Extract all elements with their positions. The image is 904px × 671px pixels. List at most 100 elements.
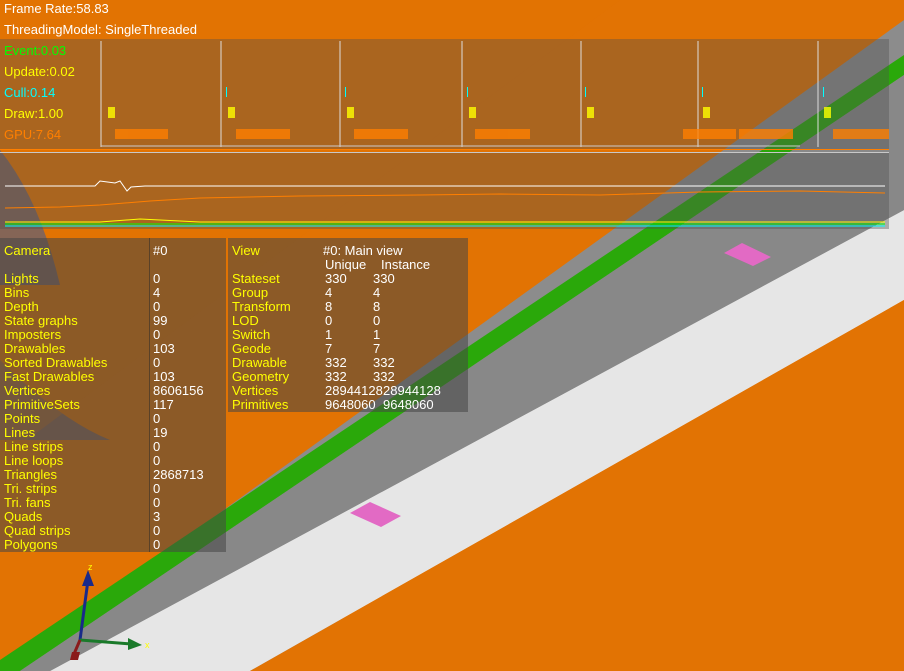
camera-stat-label: Drawables	[4, 341, 66, 356]
stats-graph-panel	[0, 152, 889, 229]
camera-stat-value: 0	[153, 355, 161, 370]
camera-stat-value: 0	[153, 299, 161, 314]
camera-stat-label: Lights	[4, 271, 39, 286]
view-header-label: View	[232, 243, 260, 258]
view-stat-unique: 0	[325, 313, 333, 328]
camera-stat-value: 0	[153, 271, 161, 286]
gpu-line	[4, 190, 886, 209]
camera-stat-label: Bins	[4, 285, 30, 300]
view-stat-label: Geode	[232, 341, 272, 356]
view-stat-unique: 8	[325, 299, 333, 314]
camera-stat-value: 103	[153, 369, 175, 384]
camera-stat-label: Points	[4, 411, 41, 426]
view-stat-label: Vertices	[232, 383, 279, 398]
camera-stat-value: 3	[153, 509, 161, 524]
camera-stat-value: 0	[153, 495, 161, 510]
view-header-value: #0: Main view	[323, 243, 403, 258]
view-stat-unique: 9648060	[325, 397, 376, 412]
camera-column-divider	[149, 238, 150, 552]
view-stat-label: Switch	[232, 327, 271, 342]
camera-stat-value: 2868713	[153, 467, 204, 482]
camera-stat-value: 0	[153, 481, 161, 496]
camera-stat-label: Tri. strips	[4, 481, 57, 496]
camera-header-label: Camera	[4, 243, 51, 258]
view-stat-instance: 7	[373, 341, 381, 356]
camera-stat-label: Sorted Drawables	[4, 355, 108, 370]
frame-rate-text: Frame Rate:58.83	[4, 1, 109, 16]
view-stat-label: Primitives	[232, 397, 289, 412]
timing-bars	[0, 41, 889, 150]
camera-stat-label: Depth	[4, 299, 39, 314]
view-stat-label: Geometry	[232, 369, 290, 384]
view-stat-instance: 332	[373, 355, 395, 370]
x-axis-label: x	[145, 640, 150, 650]
cull-bars	[226, 87, 824, 97]
view-stat-label: Stateset	[232, 271, 280, 286]
view-stat-instance: 1	[373, 327, 381, 342]
camera-stat-label: State graphs	[4, 313, 78, 328]
camera-stat-value: 103	[153, 341, 175, 356]
view-stat-label: LOD	[232, 313, 259, 328]
camera-stat-value: 99	[153, 313, 168, 328]
stats-graph	[4, 180, 886, 227]
view-col-unique: Unique	[325, 257, 367, 272]
view-stat-unique: 332	[325, 369, 347, 384]
gpu-bars	[115, 129, 889, 139]
camera-stat-label: Lines	[4, 425, 36, 440]
camera-stat-label: Vertices	[4, 383, 51, 398]
camera-stat-value: 0	[153, 523, 161, 538]
x-axis	[79, 638, 133, 646]
view-stat-instance: 9648060	[383, 397, 434, 412]
camera-stat-label: Tri. fans	[4, 495, 51, 510]
camera-stat-value: 19	[153, 425, 168, 440]
camera-stat-label: Quads	[4, 509, 43, 524]
axes-gizmo: z x	[70, 562, 150, 660]
view-stat-label: Drawable	[232, 355, 287, 370]
z-axis-arrow	[82, 570, 94, 586]
view-stat-instance: 8	[373, 299, 381, 314]
view-stat-label: Group	[232, 285, 269, 300]
camera-stat-label: Triangles	[4, 467, 57, 482]
camera-stat-value: 0	[153, 439, 161, 454]
camera-stat-label: Imposters	[4, 327, 62, 342]
camera-stat-value: 8606156	[153, 383, 204, 398]
frame-rate-line	[5, 180, 885, 192]
view-stat-instance: 28944128	[383, 383, 441, 398]
view-stat-unique: 4	[325, 285, 333, 300]
camera-stat-value: 117	[153, 397, 174, 412]
camera-stat-label: Line loops	[4, 453, 64, 468]
camera-stat-label: Line strips	[4, 439, 64, 454]
draw-bars	[108, 107, 831, 118]
camera-stat-label: Polygons	[4, 537, 58, 552]
view-stat-instance: 0	[373, 313, 381, 328]
camera-stat-label: Fast Drawables	[4, 369, 95, 384]
view-col-instance: Instance	[381, 257, 431, 272]
y-axis-arrow	[70, 652, 80, 660]
camera-stat-value: 4	[153, 285, 161, 300]
y-axis	[72, 639, 82, 655]
camera-stat-label: PrimitiveSets	[4, 397, 80, 412]
view-stat-instance: 4	[373, 285, 381, 300]
z-axis	[78, 579, 90, 641]
camera-header-value: #0	[153, 243, 168, 258]
timing-panel: Event:0.03 Update:0.02 Cull:0.14 Draw:1.…	[0, 39, 889, 150]
camera-stat-label: Quad strips	[4, 523, 71, 538]
camera-stats-panel: Camera #0 Lights 0 Bins 4 Depth 0 State graphs…	[0, 238, 226, 552]
draw-line	[5, 218, 885, 223]
camera-stat-value: 0	[153, 537, 161, 552]
x-axis-arrow	[128, 638, 142, 650]
camera-stat-value: 0	[153, 411, 161, 426]
view-stat-unique: 1	[325, 327, 333, 342]
camera-stat-value: 0	[153, 453, 161, 468]
view-stat-instance: 330	[373, 271, 395, 286]
view-stat-label: Transform	[232, 299, 291, 314]
view-stats-panel: View #0: Main view Unique Instance State…	[228, 238, 468, 412]
view-stat-unique: 28944128	[325, 383, 383, 398]
z-axis-label: z	[88, 562, 93, 572]
view-stat-unique: 7	[325, 341, 333, 356]
camera-stat-value: 0	[153, 327, 161, 342]
threading-model-text: ThreadingModel: SingleThreaded	[4, 22, 197, 37]
view-stat-unique: 330	[325, 271, 347, 286]
view-stat-unique: 332	[325, 355, 347, 370]
view-stat-instance: 332	[373, 369, 395, 384]
